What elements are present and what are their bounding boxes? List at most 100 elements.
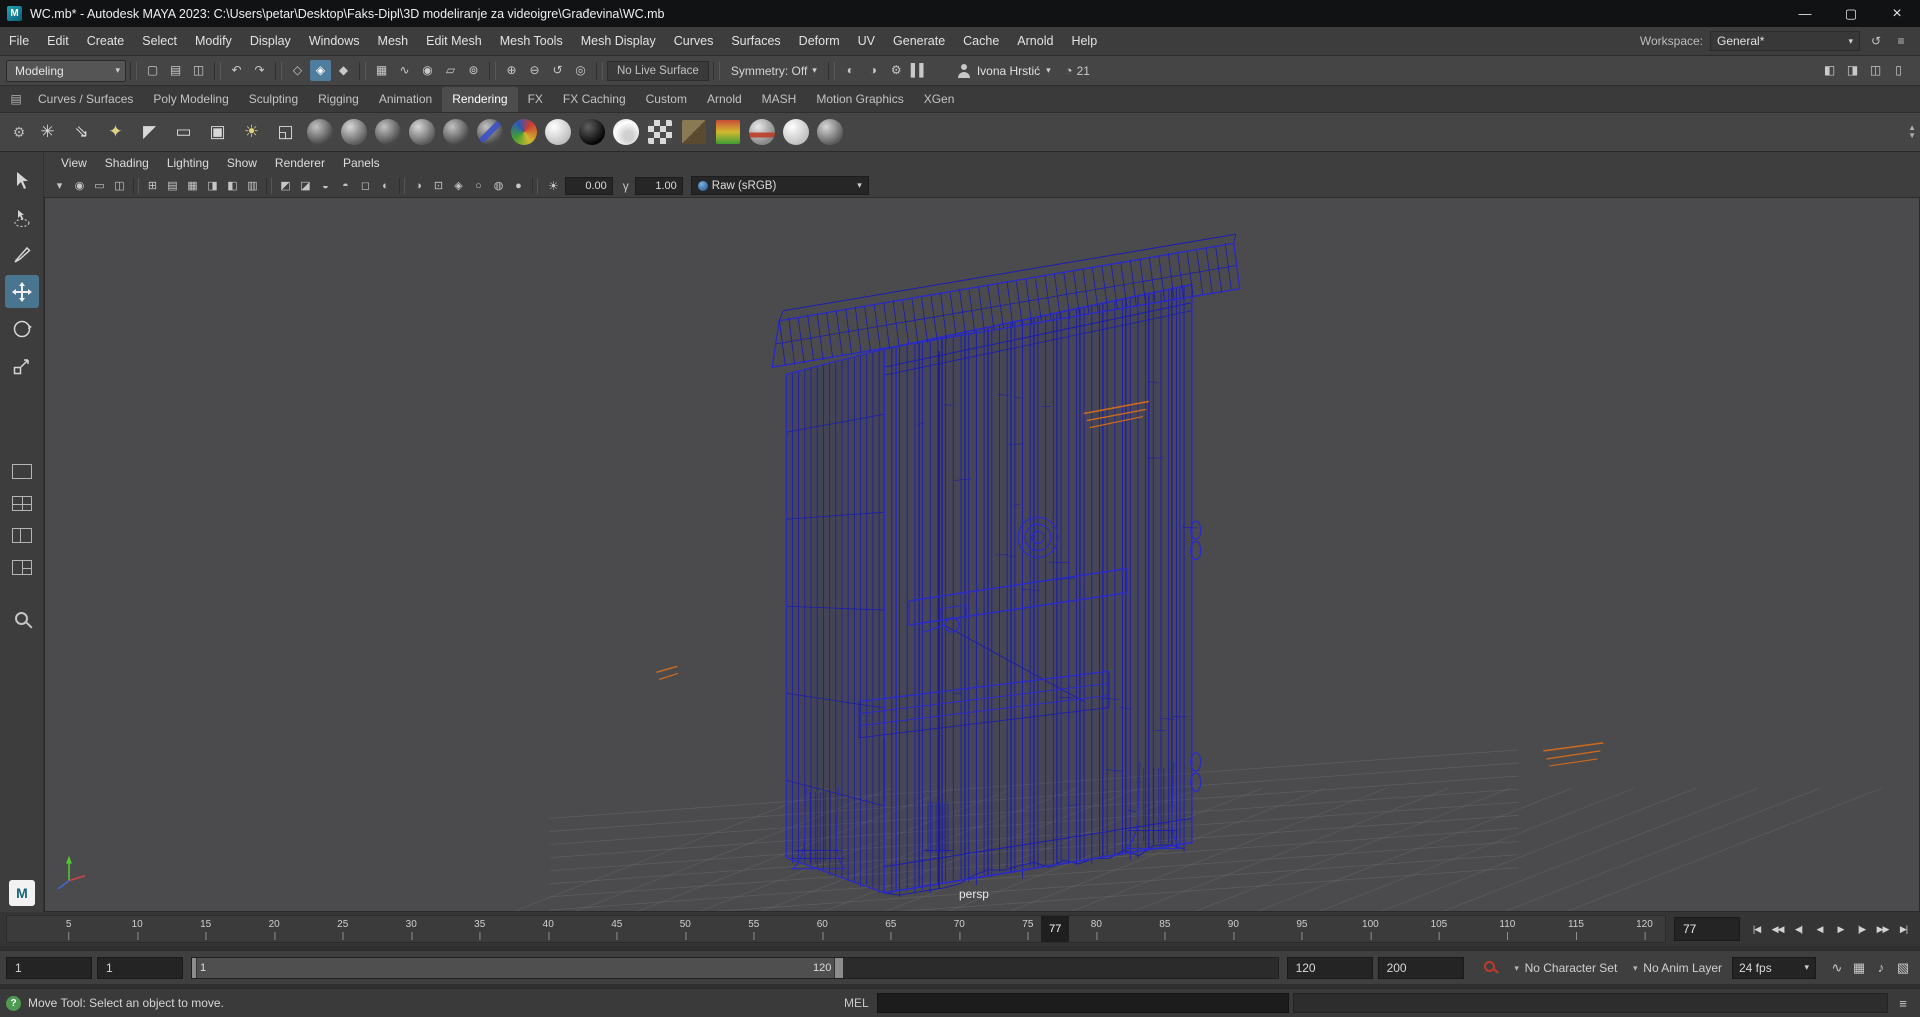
close-button[interactable]: × [1874, 0, 1920, 27]
shelf-tab-poly-modeling[interactable]: Poly Modeling [143, 87, 238, 112]
construction-history-icon[interactable]: ↺ [547, 60, 568, 81]
panel-toolbar-icon[interactable]: ⊡ [429, 177, 448, 195]
mel-language-toggle[interactable]: MEL [844, 996, 869, 1010]
volume-light-icon[interactable]: ▣ [202, 117, 233, 148]
playback-end-field[interactable]: 120 [1286, 956, 1373, 979]
character-set-menu-icon[interactable]: ▾ [1509, 958, 1525, 978]
range-slider-track[interactable]: 1 120 [191, 956, 1279, 979]
shelf-tab-sculpting[interactable]: Sculpting [239, 87, 308, 112]
ramp-texture-icon[interactable] [712, 117, 743, 148]
mute-audio-icon[interactable]: ♪ [1870, 957, 1892, 979]
standard-surface-icon[interactable] [304, 117, 335, 148]
lasso-tool-button[interactable] [5, 201, 39, 234]
menu-display[interactable]: Display [241, 27, 300, 55]
checker-texture-icon[interactable] [644, 117, 675, 148]
help-icon[interactable]: ? [6, 995, 21, 1011]
shelf-tab-curves-surfaces[interactable]: Curves / Surfaces [28, 87, 143, 112]
select-hierarchy-icon[interactable]: ◇ [287, 60, 308, 81]
select-tool-button[interactable] [5, 164, 39, 197]
live-surface-field[interactable]: No Live Surface [607, 60, 709, 81]
view-transform-dropdown[interactable]: Raw (sRGB) ▾ [690, 176, 869, 195]
panel-toolbar-icon[interactable]: ◻ [356, 177, 375, 195]
grease-pencil-icon[interactable]: ▦ [1848, 957, 1870, 979]
move-tool-button[interactable] [4, 275, 39, 308]
step-back-key-button[interactable]: ◀◀ [1767, 918, 1788, 940]
ipr-render-icon[interactable]: ◑ [863, 60, 884, 81]
panel-toolbar-icon[interactable]: ● [509, 177, 528, 195]
menu-surfaces[interactable]: Surfaces [722, 27, 789, 55]
pause-icon[interactable]: ▌▌ [909, 60, 930, 81]
magnifier-icon[interactable] [15, 612, 28, 625]
ambient-light-icon[interactable]: ✳ [32, 117, 63, 148]
menu-edit-mesh[interactable]: Edit Mesh [417, 27, 491, 55]
symmetry-dropdown[interactable]: Symmetry: Off ▾ [724, 64, 824, 78]
output-connections-icon[interactable]: ⊖ [524, 60, 545, 81]
workspace-reset-icon[interactable]: ↺ [1867, 34, 1885, 48]
panel-toolbar-icon[interactable]: ◉ [70, 177, 89, 195]
file-texture-icon[interactable] [678, 117, 709, 148]
menu-windows[interactable]: Windows [300, 27, 369, 55]
play-backwards-button[interactable]: ◀ [1809, 918, 1830, 940]
panel-menu-lighting[interactable]: Lighting [158, 152, 218, 174]
light-editor-icon[interactable]: ☀ [236, 117, 267, 148]
select-object-icon[interactable]: ◈ [310, 60, 331, 81]
panel-toolbar-icon[interactable]: ▾ [50, 177, 69, 195]
menu-help[interactable]: Help [1062, 27, 1106, 55]
panel-toolbar-icon[interactable]: ▥ [243, 177, 262, 195]
panel-toolbar-icon[interactable]: ▭ [90, 177, 109, 195]
panel-toolbar-icon[interactable]: ◩ [276, 177, 295, 195]
gamma-field[interactable]: 1.00 [634, 176, 683, 195]
shelf-menu-icon[interactable]: ▤ [4, 86, 28, 112]
animation-end-field[interactable]: 200 [1377, 956, 1464, 979]
shelf-tab-rendering[interactable]: Rendering [442, 87, 518, 112]
shelf-tab-custom[interactable]: Custom [636, 87, 697, 112]
menu-curves[interactable]: Curves [665, 27, 723, 55]
panel-toolbar-icon[interactable]: ▦ [183, 177, 202, 195]
panel-menu-show[interactable]: Show [218, 152, 266, 174]
surface-shader-icon[interactable] [542, 117, 573, 148]
menu-set-dropdown[interactable]: Modeling ▾ [6, 59, 126, 82]
maximize-button[interactable]: ▢ [1828, 0, 1874, 27]
four-pane-layout-button[interactable] [11, 496, 32, 511]
snap-view-icon[interactable]: ⊚ [463, 60, 484, 81]
minimize-button[interactable]: — [1782, 0, 1828, 27]
attribute-editor-toggle-icon[interactable]: ◨ [1842, 60, 1863, 81]
command-input[interactable] [876, 993, 1289, 1013]
panel-toolbar-icon[interactable]: ◑ [409, 177, 428, 195]
menu-select[interactable]: Select [133, 27, 186, 55]
character-set-label[interactable]: No Character Set [1525, 961, 1618, 975]
playback-range-bar[interactable]: 1 120 [192, 957, 844, 978]
user-account-dropdown[interactable]: Ivona Hrstić ▾ [957, 63, 1051, 78]
three-pane-layout-button[interactable] [11, 560, 32, 575]
snap-point-icon[interactable]: ◉ [417, 60, 438, 81]
render-settings-icon[interactable]: ⚙ [886, 60, 907, 81]
redo-icon[interactable]: ↷ [249, 60, 270, 81]
workspace-dropdown[interactable]: General* ▾ [1710, 31, 1860, 51]
undo-icon[interactable]: ↶ [226, 60, 247, 81]
single-pane-layout-button[interactable] [11, 464, 32, 479]
exposure-field[interactable]: 0.00 [564, 176, 613, 195]
gamma-icon[interactable]: γ [623, 179, 629, 193]
anim-layer-label[interactable]: No Anim Layer [1643, 961, 1722, 975]
menu-mesh-tools[interactable]: Mesh Tools [491, 27, 572, 55]
maya-avatar-badge[interactable]: M [9, 880, 35, 906]
playback-curves-icon[interactable]: ∿ [1826, 957, 1848, 979]
playback-start-field[interactable]: 1 [97, 956, 183, 979]
shelf-tab-animation[interactable]: Animation [369, 87, 442, 112]
fps-dropdown[interactable]: 24 fps ▾ [1732, 956, 1816, 979]
menu-edit[interactable]: Edit [38, 27, 78, 55]
anim-layer-menu-icon[interactable]: ▾ [1627, 958, 1643, 978]
current-frame-field[interactable]: 77 [1674, 917, 1740, 941]
shelf-scroll-arrows[interactable]: ▲ ▼ [1908, 124, 1916, 140]
shelf-tab-xgen[interactable]: XGen [914, 87, 965, 112]
step-forward-key-button[interactable]: ▶▶ [1872, 918, 1893, 940]
go-to-start-button[interactable]: |◀ [1746, 918, 1767, 940]
spot-light-icon[interactable]: ◤ [134, 117, 165, 148]
play-forwards-button[interactable]: ▶ [1830, 918, 1851, 940]
animation-start-field[interactable]: 1 [6, 956, 92, 979]
panel-menu-panels[interactable]: Panels [334, 152, 389, 174]
two-pane-layout-button[interactable] [11, 528, 32, 543]
menu-mesh[interactable]: Mesh [369, 27, 418, 55]
snap-grid-icon[interactable]: ▦ [371, 60, 392, 81]
script-editor-icon[interactable]: ≡ [1892, 996, 1914, 1011]
